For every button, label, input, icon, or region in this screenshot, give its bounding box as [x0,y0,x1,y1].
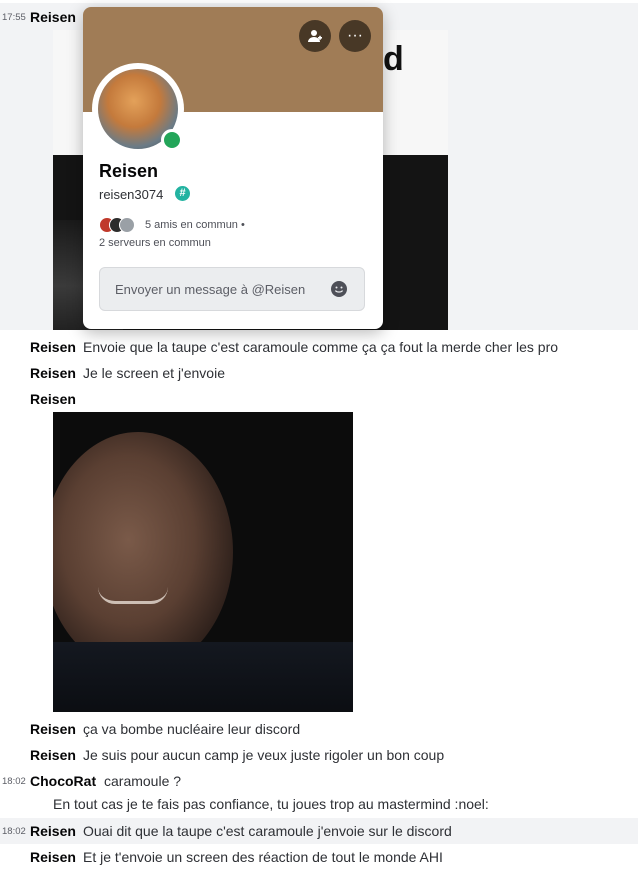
message-author[interactable]: Reisen [30,823,76,839]
person-add-icon[interactable] [299,20,331,52]
message-author[interactable]: Reisen [30,9,76,25]
friend-avatar [119,217,135,233]
message[interactable]: Reisen Envoie que la taupe c'est caramou… [0,336,638,360]
gif-shirt [53,642,353,712]
message[interactable]: Reisen ça va bombe nucléaire leur discor… [0,718,638,742]
message[interactable]: En tout cas je te fais pas confiance, tu… [0,793,638,817]
message-author[interactable]: ChocoRat [30,773,96,789]
profile-avatar[interactable] [92,63,184,155]
mutual-servers-link[interactable]: 2 serveurs en commun [99,237,211,249]
message-author[interactable]: Reisen [30,339,76,355]
message[interactable]: Reisen Et je t'envoie un screen des réac… [0,846,638,870]
message-author[interactable]: Reisen [30,721,76,737]
message-content: En tout cas je te fais pas confiance, tu… [53,796,489,812]
message-content: Ouai dit que la taupe c'est caramoule j'… [83,823,452,839]
emoji-icon[interactable] [331,281,347,297]
message-author[interactable]: Reisen [30,391,76,407]
image-partial-text: d [383,40,404,78]
message[interactable]: 18:02 ChocoRat caramoule ? [0,770,638,794]
user-profile-popout: ··· Reisen reisen3074 # 5 amis en commun… [83,7,383,329]
message-attachment-gif[interactable] [53,412,353,712]
dm-input-placeholder: Envoyer un message à @Reisen [115,282,306,297]
hashtag-badge-icon[interactable]: # [175,186,190,201]
message-content: ça va bombe nucléaire leur discord [83,721,301,737]
online-status-icon [161,129,183,151]
profile-username[interactable]: reisen3074 [99,187,163,202]
profile-display-name: Reisen [99,161,159,181]
message[interactable]: Reisen Je suis pour aucun camp je veux j… [0,744,638,768]
mutual-friends-avatars[interactable] [99,217,145,233]
mutual-friends-label: 5 amis en commun [145,219,238,231]
message-content: Et je t'envoie un screen des réaction de… [83,849,443,865]
message-content: Je suis pour aucun camp je veux juste ri… [83,747,445,763]
more-dots-icon[interactable]: ··· [339,20,371,52]
message-author[interactable]: Reisen [30,849,76,865]
message-content: caramoule ? [104,773,182,789]
timestamp: 17:55 [2,12,26,23]
gif-face [53,432,233,672]
message-author[interactable]: Reisen [30,747,76,763]
message[interactable]: Reisen Je le screen et j'envoie [0,362,638,386]
timestamp: 18:02 [2,776,26,787]
timestamp: 18:02 [2,826,26,837]
chat-area: 17:55 Reisen d Reisen Envoie que la taup… [0,0,638,878]
message-author[interactable]: Reisen [30,365,76,381]
message[interactable]: 18:02 Reisen Ouai dit que la taupe c'est… [0,820,638,844]
message[interactable]: Reisen [0,388,638,412]
dm-message-input[interactable]: Envoyer un message à @Reisen [99,267,365,311]
mutual-friends-link[interactable]: 5 amis en commun • [145,219,245,231]
message-content: Je le screen et j'envoie [83,365,225,381]
gif-smile [98,587,168,604]
separator: • [241,219,245,231]
message-content: Envoie que la taupe c'est caramoule comm… [83,339,559,355]
